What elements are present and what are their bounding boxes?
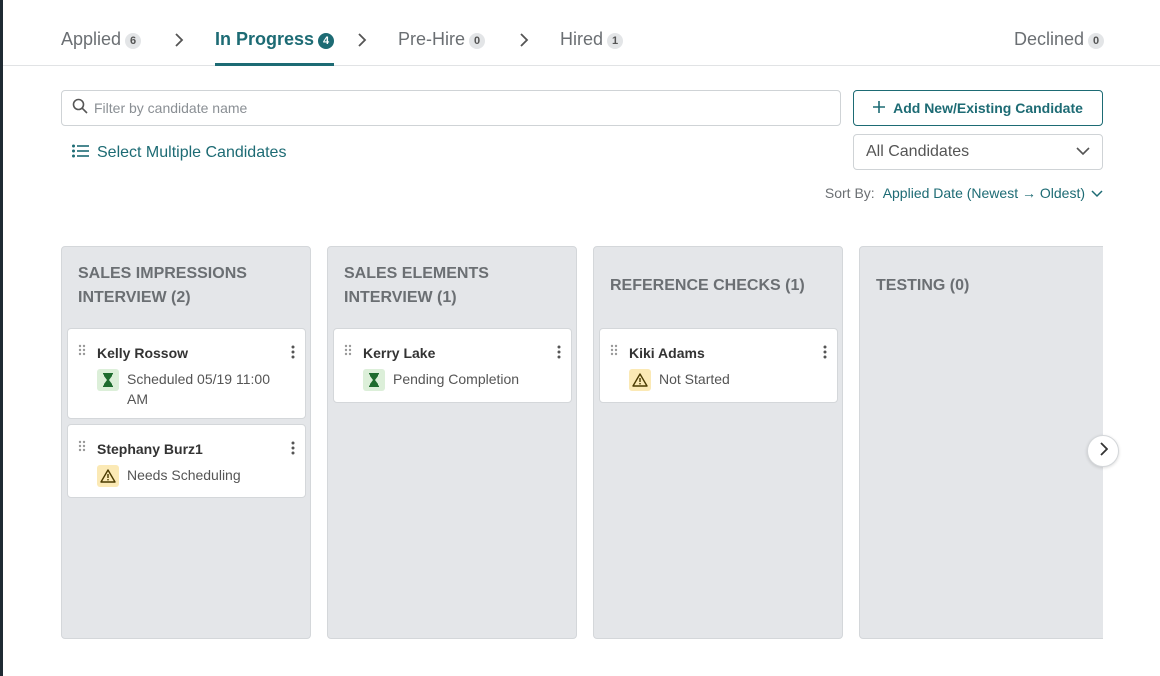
chevron-right-icon [355,33,369,47]
add-candidate-label: Add New/Existing Candidate [893,100,1083,116]
hourglass-icon [363,369,385,391]
tab-label: Hired [560,29,604,49]
add-candidate-button[interactable]: Add New/Existing Candidate [853,90,1103,126]
column-title: SALES IMPRESSIONS INTERVIEW (2) [78,265,247,306]
tab-applied[interactable]: Applied 6 [61,29,142,66]
tab-label: Declined [1014,29,1085,49]
left-edge-bar [0,0,3,676]
stage-column: SALES ELEMENTS INTERVIEW (1) Kerry Lake … [327,246,577,639]
search-input[interactable] [94,100,840,116]
candidate-card[interactable]: Kerry Lake Pending Completion [333,328,572,403]
stage-tabs: Applied 6 In Progress 4 Pre-Hire 0 Hired… [3,0,1160,66]
candidate-card[interactable]: Kiki Adams Not Started [599,328,838,403]
column-title: TESTING (0) [876,277,970,294]
sort-label: Sort By: [824,185,875,201]
scroll-right-button[interactable] [1087,435,1119,467]
tab-count-badge: 6 [125,33,142,49]
select-multiple-button[interactable]: Select Multiple Candidates [72,142,286,164]
tab-declined[interactable]: Declined 0 [1014,29,1105,66]
drag-handle-icon[interactable] [78,439,86,457]
more-options-icon[interactable] [291,345,295,364]
candidate-name: Kelly Rossow [97,345,189,361]
chevron-right-icon [172,33,186,47]
candidate-name: Kerry Lake [363,345,436,361]
chevron-right-icon [517,33,531,47]
candidate-status: Needs Scheduling [97,465,277,487]
status-text: Not Started [659,371,730,387]
tab-count-badge: 0 [1088,33,1105,49]
drag-handle-icon[interactable] [610,343,618,361]
more-options-icon[interactable] [823,345,827,364]
tab-in-progress[interactable]: In Progress 4 [215,29,335,66]
candidate-name: Stephany Burz1 [97,441,203,457]
tab-label: Applied [61,29,122,49]
candidate-card[interactable]: Kelly Rossow Scheduled 05/19 11:00 AM [67,328,306,419]
plus-icon [873,100,886,116]
tab-label: Pre-Hire [398,29,466,49]
dropdown-value: All Candidates [866,143,970,160]
stage-column: REFERENCE CHECKS (1) Kiki Adams Not Star… [593,246,843,639]
status-text: Pending Completion [393,371,520,387]
drag-handle-icon[interactable] [344,343,352,361]
candidate-filter-dropdown[interactable]: All Candidates [853,134,1103,170]
tab-count-badge: 1 [607,33,624,49]
tab-count-badge: 0 [469,33,486,49]
chevron-down-icon [1076,143,1090,161]
select-multiple-label: Select Multiple Candidates [97,144,287,161]
list-icon [72,144,89,163]
column-title: REFERENCE CHECKS (1) [610,277,805,294]
status-text: Scheduled 05/19 11:00 AM [127,371,270,407]
tab-count-badge: 4 [318,33,335,49]
tab-label: In Progress [215,29,315,49]
stage-column: SALES IMPRESSIONS INTERVIEW (2) Kelly Ro… [61,246,311,639]
chevron-right-icon [1099,441,1108,461]
more-options-icon[interactable] [557,345,561,364]
column-title: SALES ELEMENTS INTERVIEW (1) [344,265,489,306]
stage-column: TESTING (0) [859,246,1103,639]
warning-icon [629,369,651,391]
candidate-status: Not Started [629,369,809,391]
warning-icon [97,465,119,487]
chevron-down-icon [1091,185,1103,201]
sort-value: Applied Date (Newest → Oldest) [882,185,1085,201]
kanban-board: SALES IMPRESSIONS INTERVIEW (2) Kelly Ro… [61,246,1103,640]
candidate-name: Kiki Adams [629,345,705,361]
candidate-card[interactable]: Stephany Burz1 Needs Scheduling [67,424,306,498]
candidate-status: Scheduled 05/19 11:00 AM [97,369,277,409]
sort-control: Sort By: Applied Date (Newest → Oldest) [825,184,1103,202]
status-text: Needs Scheduling [127,467,241,483]
search-icon [72,98,88,119]
tab-hired[interactable]: Hired 1 [560,29,624,66]
hourglass-icon [97,369,119,391]
candidate-status: Pending Completion [363,369,543,391]
tab-pre-hire[interactable]: Pre-Hire 0 [398,29,486,66]
sort-dropdown[interactable]: Applied Date (Newest → Oldest) [883,185,1103,201]
search-box [61,90,841,126]
drag-handle-icon[interactable] [78,343,86,361]
more-options-icon[interactable] [291,441,295,460]
